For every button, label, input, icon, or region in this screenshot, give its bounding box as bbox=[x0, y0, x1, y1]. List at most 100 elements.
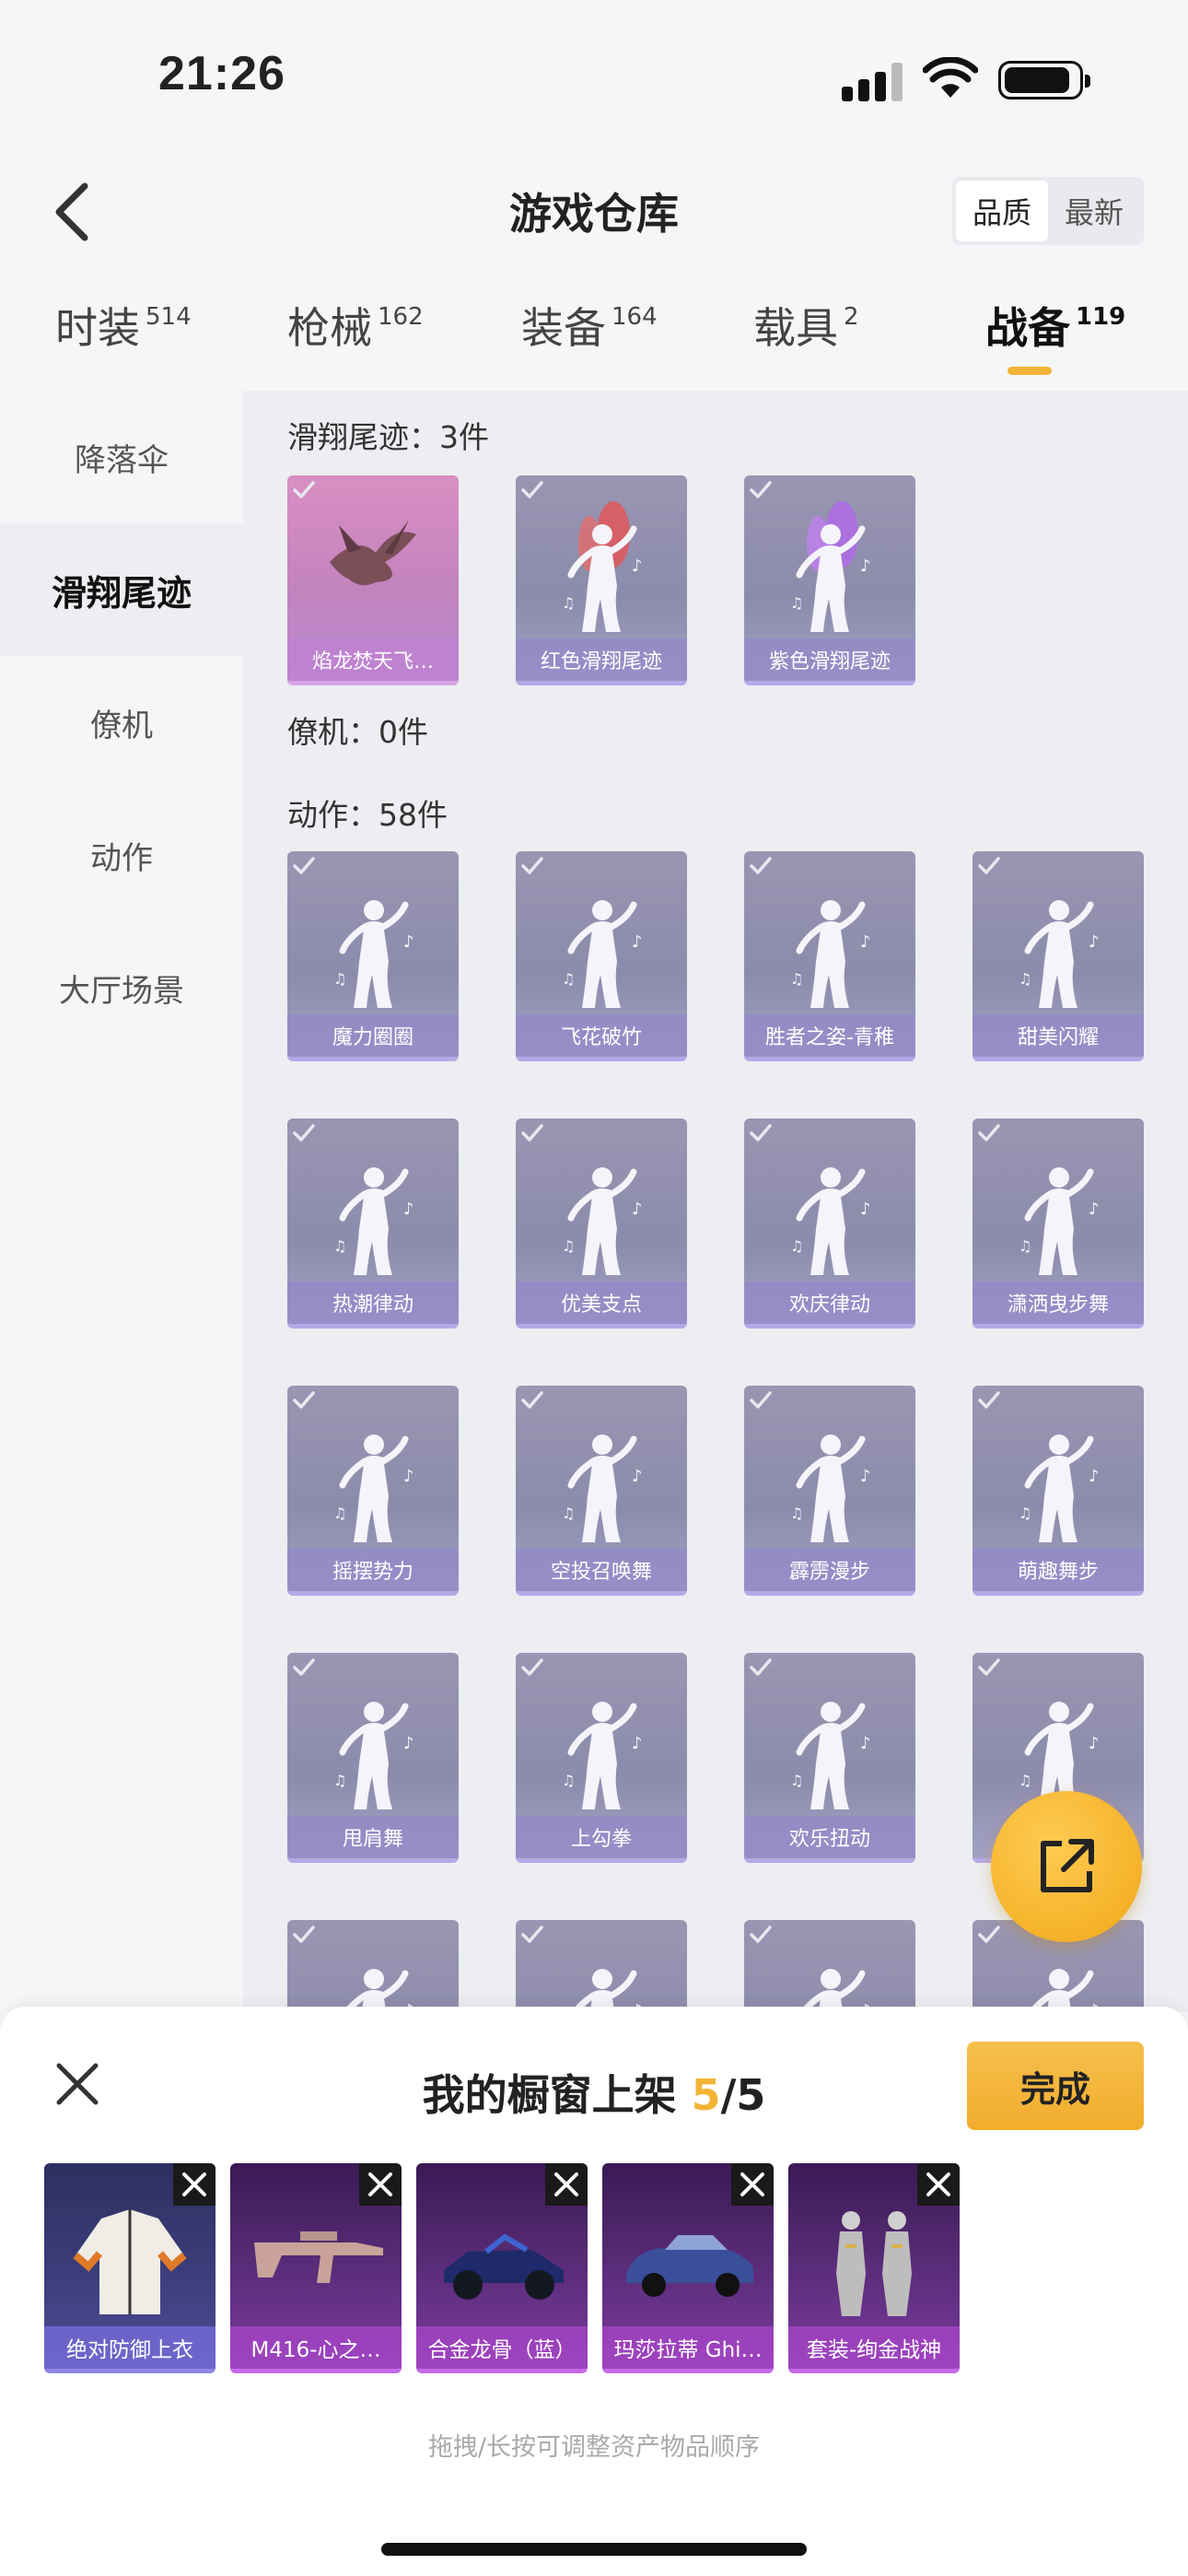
action-card[interactable]: ♪ ♫ 热潮律动 bbox=[287, 1118, 459, 1329]
figure-silhouette-icon: ♪♫ bbox=[1028, 1969, 1100, 2012]
svg-text:♪: ♪ bbox=[403, 1200, 414, 1219]
section-title-wingman: 僚机：0件 bbox=[287, 714, 428, 750]
action-card[interactable]: ♪ ♫ 甩肩舞 bbox=[287, 1653, 459, 1863]
svg-text:♫: ♫ bbox=[562, 970, 575, 988]
checkmark-icon bbox=[750, 1658, 772, 1676]
showcase-item-label: M416-心之… bbox=[230, 2326, 402, 2369]
close-icon bbox=[740, 2172, 764, 2196]
action-card[interactable]: ♪♫ bbox=[744, 1920, 915, 2012]
showcase-sheet: 我的橱窗上架 5/5 完成 绝对防御上衣 M416-心之… 合金龙骨（蓝） 玛莎拉蒂 … bbox=[0, 2007, 1188, 2576]
showcase-item[interactable]: 套装-绚金战神 bbox=[788, 2163, 960, 2373]
action-card[interactable]: ♪♫ bbox=[287, 1920, 459, 2012]
action-card[interactable]: ♪ ♫ 萌趣舞步 bbox=[973, 1386, 1144, 1596]
checkmark-icon bbox=[293, 481, 315, 498]
remove-item-button[interactable] bbox=[731, 2163, 774, 2206]
trail-card[interactable]: ♪ ♫ 红色滑翔尾迹 bbox=[516, 475, 687, 685]
action-card[interactable]: ♪ ♫ 空投召唤舞 bbox=[516, 1386, 687, 1596]
jacket-icon bbox=[73, 2209, 187, 2314]
checkmark-icon bbox=[750, 1391, 772, 1409]
showcase-item-label: 玛莎拉蒂 Ghi… bbox=[602, 2326, 774, 2369]
checkmark-icon bbox=[750, 1124, 772, 1142]
sort-toggle: 品质 最新 bbox=[952, 177, 1144, 245]
dragon-trail-icon bbox=[330, 520, 416, 586]
tab-guns[interactable]: 枪械 162 bbox=[287, 295, 424, 356]
close-icon bbox=[554, 2172, 578, 2196]
card-label: 焰龙焚天飞… bbox=[287, 638, 459, 681]
figure-silhouette-icon: ♪♫ bbox=[333, 900, 414, 1008]
share-button[interactable] bbox=[991, 1791, 1142, 1942]
status-time: 21:26 bbox=[158, 47, 285, 100]
card-label: 红色滑翔尾迹 bbox=[516, 638, 687, 681]
showcase-total: /5 bbox=[720, 2070, 766, 2120]
action-card[interactable]: ♪ ♫ 魔力圈圈 bbox=[287, 851, 459, 1061]
tab-count: 164 bbox=[611, 303, 658, 331]
sidebar-item-actions[interactable]: 动作 bbox=[0, 789, 243, 921]
vehicle-icon bbox=[444, 2233, 564, 2300]
tab-count: 162 bbox=[378, 303, 424, 331]
action-card[interactable]: ♪ ♫ 欢庆律动 bbox=[744, 1118, 915, 1329]
card-label: 空投召唤舞 bbox=[516, 1549, 687, 1591]
trail-card[interactable]: 焰龙焚天飞… bbox=[287, 475, 459, 685]
card-label: 胜者之姿-青稚 bbox=[744, 1014, 915, 1057]
remove-item-button[interactable] bbox=[173, 2163, 215, 2206]
figure-silhouette-icon: ♪♫ bbox=[333, 1702, 414, 1809]
sidebar-item-lobby-scene[interactable]: 大厅场景 bbox=[0, 921, 243, 1054]
svg-text:♪: ♪ bbox=[403, 1467, 414, 1486]
checkmark-icon bbox=[521, 1124, 543, 1142]
checkmark-icon bbox=[750, 1926, 772, 1943]
figure-silhouette-icon: ♪♫ bbox=[562, 1167, 643, 1275]
done-button[interactable]: 完成 bbox=[967, 2042, 1144, 2130]
action-card[interactable]: ♪ ♫ 上勾拳 bbox=[516, 1653, 687, 1863]
remove-item-button[interactable] bbox=[359, 2163, 402, 2206]
checkmark-icon bbox=[293, 1658, 315, 1676]
showcase-item[interactable]: 玛莎拉蒂 Ghi… bbox=[602, 2163, 774, 2373]
showcase-item[interactable]: M416-心之… bbox=[230, 2163, 402, 2373]
svg-text:♪: ♪ bbox=[860, 556, 871, 576]
tab-label: 时装 bbox=[55, 303, 140, 353]
svg-text:♪: ♪ bbox=[632, 932, 643, 952]
sidebar-item-parachute[interactable]: 降落伞 bbox=[0, 391, 243, 523]
battery-icon bbox=[998, 61, 1090, 100]
action-card[interactable]: ♪ ♫ 甜美闪耀 bbox=[973, 851, 1144, 1061]
checkmark-icon bbox=[521, 1658, 543, 1676]
svg-text:♫: ♫ bbox=[1019, 1772, 1031, 1789]
sort-newest-option[interactable]: 最新 bbox=[1048, 181, 1140, 241]
tab-fashion[interactable]: 时装 514 bbox=[55, 295, 192, 356]
showcase-item[interactable]: 绝对防御上衣 bbox=[44, 2163, 215, 2373]
card-label: 萌趣舞步 bbox=[973, 1549, 1144, 1591]
action-card[interactable]: ♪ ♫ 摇摆势力 bbox=[287, 1386, 459, 1596]
checkmark-icon bbox=[293, 1926, 315, 1943]
svg-text:♪: ♪ bbox=[860, 1200, 871, 1219]
action-card[interactable]: ♪ ♫ 优美支点 bbox=[516, 1118, 687, 1329]
tab-label: 装备 bbox=[521, 303, 606, 353]
action-card[interactable]: ♪ ♫ 胜者之姿-青稚 bbox=[744, 851, 915, 1061]
svg-text:♪: ♪ bbox=[1089, 1734, 1100, 1753]
action-card[interactable]: ♪♫ bbox=[516, 1920, 687, 2012]
share-icon bbox=[1041, 1839, 1094, 1892]
svg-text:♫: ♫ bbox=[562, 1237, 575, 1255]
action-card[interactable]: ♪ ♫ 欢乐扭动 bbox=[744, 1653, 915, 1863]
svg-text:♫: ♫ bbox=[333, 1237, 346, 1255]
checkmark-icon bbox=[750, 857, 772, 874]
remove-item-button[interactable] bbox=[545, 2163, 588, 2206]
card-label: 优美支点 bbox=[516, 1282, 687, 1324]
svg-text:♪: ♪ bbox=[632, 1734, 643, 1753]
svg-text:♫: ♫ bbox=[790, 1505, 803, 1522]
sidebar-item-glide-trail[interactable]: 滑翔尾迹 bbox=[0, 523, 243, 656]
figure-silhouette-icon: ♪♫ bbox=[562, 501, 643, 632]
remove-item-button[interactable] bbox=[917, 2163, 960, 2206]
tab-count: 514 bbox=[146, 303, 192, 331]
action-card[interactable]: ♪ ♫ 飞花破竹 bbox=[516, 851, 687, 1061]
showcase-item[interactable]: 合金龙骨（蓝） bbox=[416, 2163, 588, 2373]
svg-text:♪: ♪ bbox=[860, 1734, 871, 1753]
checkmark-icon bbox=[978, 1658, 1000, 1676]
tab-equipment[interactable]: 装备 164 bbox=[521, 295, 658, 356]
tab-gear[interactable]: 战备 119 bbox=[985, 295, 1125, 356]
sidebar-item-wingman[interactable]: 僚机 bbox=[0, 656, 243, 789]
sort-quality-option[interactable]: 品质 bbox=[956, 181, 1048, 241]
trail-card[interactable]: ♪ ♫ 紫色滑翔尾迹 bbox=[744, 475, 915, 685]
checkmark-icon bbox=[293, 1391, 315, 1409]
action-card[interactable]: ♪ ♫ 潇洒曳步舞 bbox=[973, 1118, 1144, 1329]
action-card[interactable]: ♪ ♫ 霹雳漫步 bbox=[744, 1386, 915, 1596]
tab-vehicles[interactable]: 载具 2 bbox=[753, 295, 859, 356]
